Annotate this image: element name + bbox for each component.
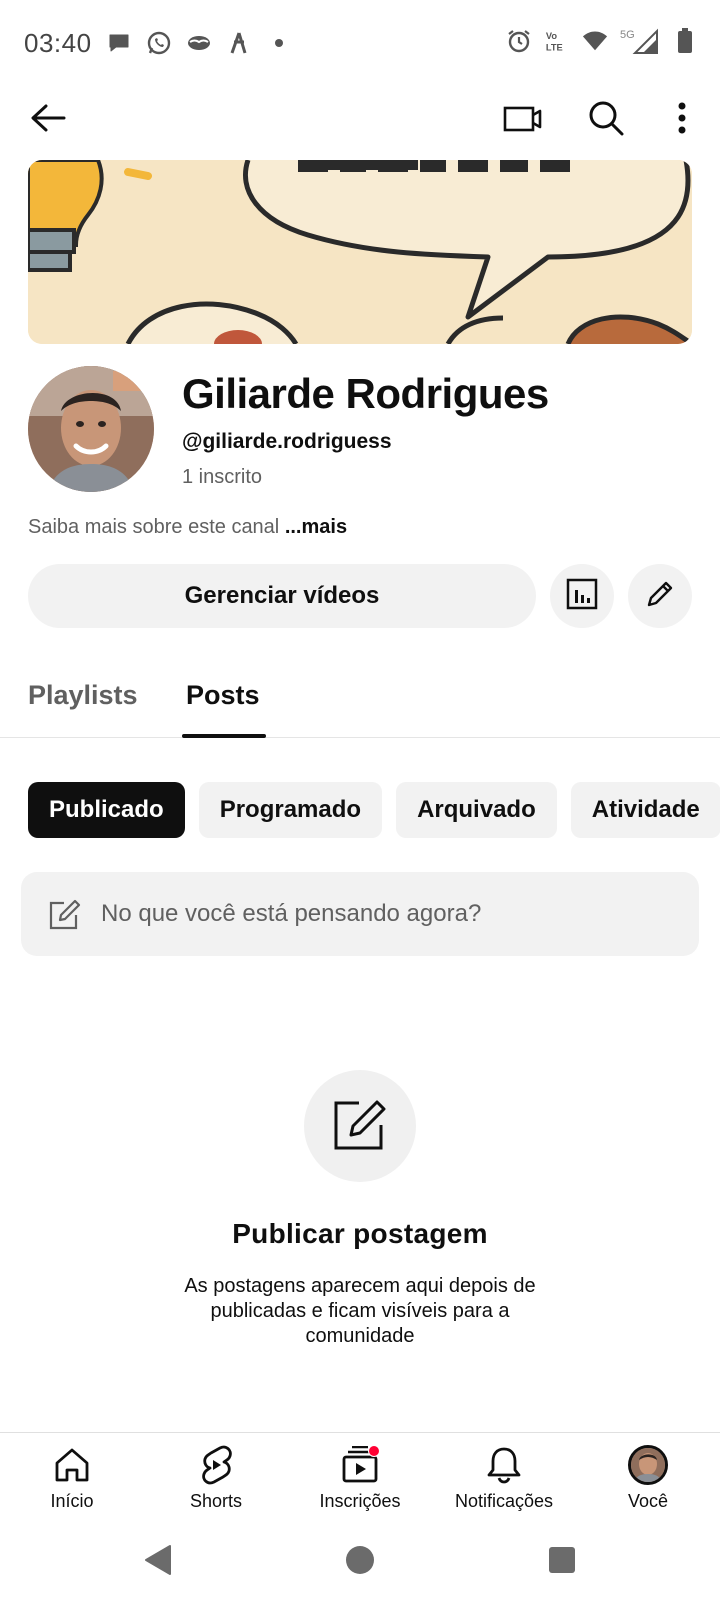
battery-icon <box>672 26 698 56</box>
channel-name: Giliarde Rodrigues <box>182 370 549 417</box>
edit-channel-button[interactable] <box>628 564 692 628</box>
tab-posts[interactable]: Posts <box>186 680 260 711</box>
nav-label-notifications: Notificações <box>454 1491 554 1511</box>
signal-icon: 5G <box>620 26 660 56</box>
mask-icon <box>186 28 212 58</box>
system-back-button[interactable] <box>136 1540 180 1584</box>
search-button[interactable] <box>578 92 634 148</box>
app-bar <box>0 86 720 156</box>
avatar-photo <box>28 366 154 492</box>
avatar <box>626 1443 670 1487</box>
home-icon <box>50 1443 94 1487</box>
back-arrow-icon <box>30 103 66 138</box>
wifi-icon <box>582 26 608 56</box>
nav-label-you: Você <box>627 1491 669 1511</box>
channel-tabs: Playlists Posts <box>0 650 720 738</box>
about-text: Saiba mais sobre este canal <box>28 516 285 538</box>
svg-text:5G: 5G <box>620 29 635 41</box>
profile-avatar <box>628 1445 668 1485</box>
create-post-icon-button[interactable] <box>304 1070 416 1182</box>
notification-icons <box>106 28 292 58</box>
system-recents-button[interactable] <box>540 1540 584 1584</box>
shorts-icon <box>194 1443 238 1487</box>
nav-you[interactable]: Você <box>576 1433 720 1527</box>
subscriptions-icon <box>338 1443 382 1487</box>
volte-icon: Vo LTE <box>544 26 570 56</box>
system-navigation-bar <box>0 1526 720 1600</box>
nav-subscriptions[interactable]: Inscrições <box>288 1433 432 1527</box>
banner-artwork <box>28 160 692 344</box>
status-time: 03:40 <box>24 28 92 58</box>
square-recents-icon <box>548 1546 576 1579</box>
cast-button[interactable] <box>494 92 550 148</box>
system-home-button[interactable] <box>338 1540 382 1584</box>
chip-activity[interactable]: Atividade <box>570 782 720 838</box>
active-tab-indicator <box>182 734 266 738</box>
cast-icon <box>502 103 542 138</box>
search-icon <box>588 100 624 141</box>
nav-label-home: Início <box>50 1491 94 1511</box>
svg-text:LTE: LTE <box>546 42 563 52</box>
bottom-navigation: Início Shorts Inscrições Notificações Vo… <box>0 1432 720 1526</box>
compose-icon <box>45 894 85 934</box>
bell-icon <box>482 1443 526 1487</box>
more-options-button[interactable] <box>654 92 710 148</box>
channel-avatar[interactable] <box>28 366 154 492</box>
triangle-back-icon <box>143 1544 173 1581</box>
manage-videos-button[interactable]: Gerenciar vídeos <box>28 564 536 628</box>
empty-state-description: As postagens aparecem aqui depois de pub… <box>184 1275 536 1347</box>
chip-archived[interactable]: Arquivado <box>396 782 557 838</box>
pencil-icon <box>644 578 676 615</box>
composer-placeholder: No que você está pensando agora? <box>101 900 482 927</box>
tab-playlists[interactable]: Playlists <box>28 680 138 711</box>
compose-icon <box>331 1095 389 1158</box>
nav-shorts[interactable]: Shorts <box>144 1433 288 1527</box>
nav-home[interactable]: Início <box>0 1433 144 1527</box>
app-icon <box>226 28 252 58</box>
dot-icon <box>266 28 292 58</box>
channel-handle: @giliarde.rodriguess <box>182 430 392 453</box>
circle-home-icon <box>344 1544 376 1581</box>
nav-label-subscriptions: Inscrições <box>319 1491 401 1511</box>
analytics-button[interactable] <box>550 564 614 628</box>
chip-scheduled[interactable]: Programado <box>198 782 383 838</box>
status-bar: 03:40 Vo LTE 5G <box>0 0 720 86</box>
post-composer[interactable]: No que você está pensando agora? <box>21 872 699 956</box>
subscriber-count: 1 inscrito <box>182 466 263 488</box>
back-button[interactable] <box>20 92 76 148</box>
about-more-link[interactable]: ...mais <box>285 516 347 538</box>
alarm-icon <box>506 26 532 56</box>
whatsapp-icon <box>146 28 172 58</box>
nav-notifications[interactable]: Notificações <box>432 1433 576 1527</box>
empty-state-title: Publicar postagem <box>232 1218 488 1249</box>
post-filter-chips: Publicado Programado Arquivado Atividade <box>28 782 720 838</box>
channel-banner[interactable] <box>28 160 692 344</box>
analytics-icon <box>566 578 598 615</box>
svg-text:Vo: Vo <box>546 31 557 41</box>
chip-published[interactable]: Publicado <box>28 782 185 838</box>
nav-label-shorts: Shorts <box>189 1491 243 1511</box>
notification-badge <box>368 1445 380 1457</box>
more-vert-icon <box>677 102 687 139</box>
system-status-icons: Vo LTE 5G <box>506 26 698 56</box>
chat-bubble-icon <box>106 28 132 58</box>
channel-about[interactable]: Saiba mais sobre este canal ...mais <box>28 516 347 539</box>
